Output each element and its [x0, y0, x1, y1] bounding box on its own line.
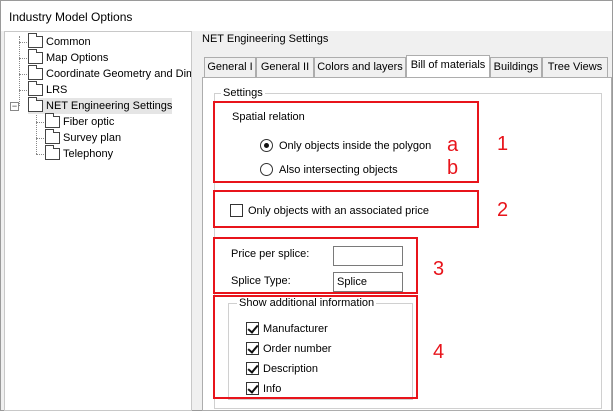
annotation-label-2: 2 — [497, 199, 509, 221]
tree-item-label: Survey plan — [63, 132, 122, 144]
tree-item-label: Common — [46, 36, 91, 48]
annotation-label-b: b — [447, 157, 459, 179]
tab-general-ii[interactable]: General II — [256, 57, 314, 77]
folder-icon — [45, 113, 60, 128]
tree-connector — [19, 36, 20, 106]
settings-group-label: Settings — [221, 87, 265, 99]
tree-item-label: NET Engineering Settings — [46, 100, 173, 112]
folder-icon — [28, 97, 43, 112]
tree-connector — [36, 112, 37, 154]
tree-item-survey-plan[interactable]: Survey plan — [45, 129, 122, 146]
tree-item-label: Fiber optic — [63, 116, 115, 128]
folder-icon — [28, 65, 43, 80]
annotation-box-3 — [213, 237, 418, 294]
folder-icon — [45, 145, 60, 160]
annotation-label-3: 3 — [433, 258, 445, 280]
tab-colors-and-layers[interactable]: Colors and layers — [314, 57, 406, 77]
tree-item-lrs[interactable]: LRS — [28, 81, 68, 98]
tree-item-label: Map Options — [46, 52, 109, 64]
tab-tree-views[interactable]: Tree Views — [542, 57, 608, 77]
title-bar: Industry Model Options — [1, 1, 612, 31]
tree-item-label: Telephony — [63, 148, 114, 160]
annotation-label-4: 4 — [433, 341, 445, 363]
tree-item-telephony[interactable]: Telephony — [45, 145, 114, 162]
tree-item-coordinate-geometry[interactable]: Coordinate Geometry and Dime — [28, 65, 192, 82]
options-window: Industry Model Options Common Map Option… — [0, 0, 613, 411]
window-title: Industry Model Options — [9, 10, 133, 24]
tree-item-label: Coordinate Geometry and Dime — [46, 68, 192, 80]
tree-item-common[interactable]: Common — [28, 33, 91, 50]
tree-item-net-engineering-settings[interactable]: NET Engineering Settings — [28, 97, 173, 114]
options-tree[interactable]: Common Map Options Coordinate Geometry a… — [4, 31, 192, 411]
annotation-label-1: 1 — [497, 133, 509, 155]
tab-general-i[interactable]: General I — [204, 57, 256, 77]
annotation-label-a: a — [447, 134, 459, 156]
tree-item-label: LRS — [46, 84, 68, 96]
tree-item-map-options[interactable]: Map Options — [28, 49, 109, 66]
folder-icon — [28, 81, 43, 96]
annotation-box-2 — [213, 190, 479, 228]
collapse-icon[interactable]: − — [10, 102, 19, 111]
folder-icon — [28, 49, 43, 64]
folder-icon — [45, 129, 60, 144]
folder-icon — [28, 33, 43, 48]
panel-title: NET Engineering Settings — [202, 33, 329, 45]
tab-bill-of-materials[interactable]: Bill of materials — [406, 55, 490, 77]
annotation-box-4 — [213, 295, 418, 399]
tree-item-fiber-optic[interactable]: Fiber optic — [45, 113, 115, 130]
annotation-box-1 — [213, 101, 479, 183]
tab-buildings[interactable]: Buildings — [490, 57, 542, 77]
